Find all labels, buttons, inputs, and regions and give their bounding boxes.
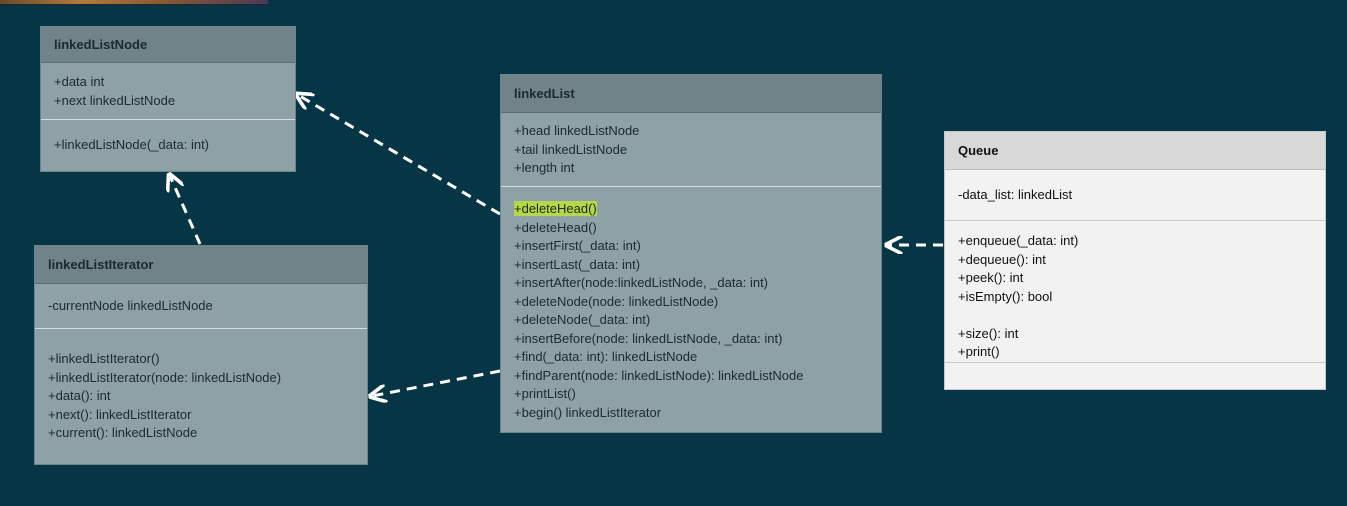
method: +begin() linkedListIterator: [514, 404, 662, 420]
class-linkedlistnode[interactable]: linkedListNode +data int +next linkedLis…: [40, 26, 296, 172]
method-highlighted[interactable]: +deleteHead(): [514, 200, 868, 219]
method: +dequeue(): int: [958, 251, 1046, 267]
attribute: +tail linkedListNode: [514, 141, 628, 157]
class-name: linkedListNode: [41, 27, 295, 63]
attribute: +next linkedListNode: [54, 92, 176, 108]
method: +deleteNode(_data: int): [514, 312, 651, 327]
attribute: -data_list: linkedList: [958, 187, 1073, 202]
class-name: Queue: [945, 132, 1325, 170]
arrow-iterator-to-node: [170, 176, 202, 245]
highlighted-selection: +deleteHead(): [514, 201, 597, 216]
method: +print(): [958, 344, 1000, 359]
method: +isEmpty(): bool: [958, 288, 1053, 304]
method: +size(): int: [958, 325, 1019, 341]
arrow-list-to-node: [298, 95, 501, 216]
method: +linkedListNode(_data: int): [54, 137, 210, 152]
class-name: linkedList: [501, 75, 881, 113]
methods-section: +linkedListNode(_data: int): [41, 120, 295, 155]
attribute: +data int: [54, 74, 105, 89]
method: +data(): int: [48, 388, 111, 403]
class-linkedlistiterator[interactable]: linkedListIterator -currentNode linkedLi…: [34, 245, 368, 465]
method: +next(): linkedListIterator: [48, 406, 192, 422]
attributes-section: +data int +next linkedListNode: [41, 63, 295, 120]
method: +find(_data: int): linkedListNode: [514, 349, 698, 364]
methods-section: +enqueue(_data: int) +dequeue(): int +pe…: [945, 221, 1325, 363]
attributes-section: +head linkedListNode +tail linkedListNod…: [501, 113, 881, 187]
methods-section: +linkedListIterator() +linkedListIterato…: [35, 329, 367, 443]
class-name: linkedListIterator: [35, 246, 367, 284]
method: +linkedListIterator(): [48, 351, 160, 366]
class-queue[interactable]: Queue -data_list: linkedList +enqueue(_d…: [944, 131, 1326, 390]
method: +printList(): [514, 386, 576, 401]
class-linkedlist[interactable]: linkedList +head linkedListNode +tail li…: [500, 74, 882, 433]
attribute: +head linkedListNode: [514, 123, 640, 138]
method: +current(): linkedListNode: [48, 425, 198, 440]
method: +deleteNode(node: linkedListNode): [514, 293, 719, 309]
method: +insertLast(_data: int): [514, 256, 641, 272]
method: +insertBefore(node: linkedListNode, _dat…: [514, 330, 783, 346]
method: +linkedListIterator(node: linkedListNode…: [48, 369, 282, 385]
method: +insertFirst(_data: int): [514, 238, 641, 253]
method: +insertAfter(node:linkedListNode, _data:…: [514, 275, 769, 290]
arrow-list-to-iterator: [372, 369, 501, 396]
attributes-section: -data_list: linkedList: [945, 170, 1325, 221]
method: +peek(): int: [958, 270, 1024, 285]
method: +deleteHead(): [514, 219, 597, 235]
method-spacer: [958, 306, 1312, 325]
methods-section: +deleteHead() +deleteHead() +insertFirst…: [501, 187, 881, 422]
method: +enqueue(_data: int): [958, 233, 1079, 248]
attribute: +length int: [514, 160, 575, 175]
method: +findParent(node: linkedListNode): linke…: [514, 367, 804, 383]
uml-diagram-canvas: linkedListNode +data int +next linkedLis…: [0, 0, 1347, 506]
attributes-section: -currentNode linkedListNode: [35, 284, 367, 329]
attribute: -currentNode linkedListNode: [48, 298, 213, 313]
